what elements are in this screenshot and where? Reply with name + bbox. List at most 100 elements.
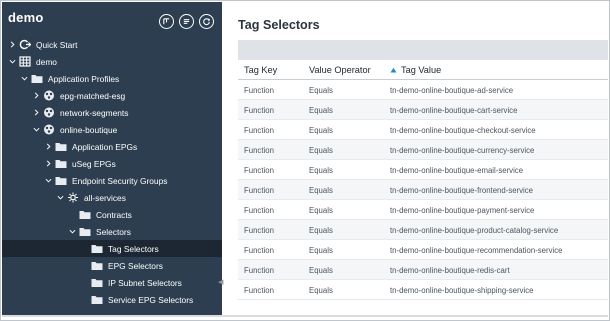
grid-icon bbox=[18, 56, 32, 67]
cell-tag-value: tn-demo-online-boutique-product-catalog-… bbox=[390, 226, 559, 235]
chevron-right-icon[interactable] bbox=[8, 40, 16, 50]
cell-value-operator: Equals bbox=[309, 106, 333, 115]
sidebar-header-actions bbox=[159, 14, 214, 29]
table-row[interactable]: Function Equals tn-demo-online-boutique-fr… bbox=[238, 180, 608, 200]
cell-tag-value: tn-demo-online-boutique-email-service bbox=[390, 166, 524, 175]
sidebar-header: demo bbox=[2, 2, 222, 32]
app-profile-icon bbox=[42, 90, 56, 101]
folder-icon bbox=[90, 277, 104, 288]
tree-item-endpoint-security-groups[interactable]: Endpoint Security Groups bbox=[2, 172, 222, 189]
table-row[interactable]: Function Equals tn-demo-online-boutique-ad… bbox=[238, 80, 608, 100]
folder-icon bbox=[78, 226, 92, 237]
cell-value-operator: Equals bbox=[309, 286, 333, 295]
tree-item-all-services[interactable]: all-services bbox=[2, 189, 222, 206]
sidebar-title: demo bbox=[8, 10, 44, 25]
folder-icon bbox=[90, 260, 104, 271]
table-row[interactable]: Function Equals tn-demo-online-boutique-ca… bbox=[238, 100, 608, 120]
cell-tag-key: Function bbox=[244, 206, 274, 215]
quickstart-icon bbox=[18, 39, 32, 50]
tree-item-label: Endpoint Security Groups bbox=[72, 175, 168, 186]
tree-item-epg-selectors[interactable]: EPG Selectors bbox=[2, 257, 222, 274]
tree-item-label: all-services bbox=[84, 192, 126, 203]
tree-item-application-profiles[interactable]: Application Profiles bbox=[2, 70, 222, 87]
filter-icon[interactable] bbox=[159, 14, 174, 29]
table-row[interactable]: Function Equals tn-demo-online-boutique-em… bbox=[238, 160, 608, 180]
column-header-value-operator[interactable]: Value Operator bbox=[309, 65, 371, 75]
cell-value-operator: Equals bbox=[309, 146, 333, 155]
chevron-down-icon[interactable] bbox=[56, 193, 64, 203]
tree-item-label: Contracts bbox=[96, 209, 132, 220]
tree-item-tag-selectors[interactable]: Tag Selectors bbox=[2, 240, 222, 257]
tree-item-label: Quick Start bbox=[36, 39, 78, 50]
table-row[interactable]: Function Equals tn-demo-online-boutique-sh… bbox=[238, 280, 608, 300]
cell-tag-value: tn-demo-online-boutique-payment-service bbox=[390, 206, 535, 215]
cell-tag-value: tn-demo-online-boutique-ad-service bbox=[390, 86, 514, 95]
tree-item-label: network-segments bbox=[60, 107, 129, 118]
table-row[interactable]: Function Equals tn-demo-online-boutique-cu… bbox=[238, 140, 608, 160]
tree-item-ip-subnet-selectors[interactable]: IP Subnet Selectors bbox=[2, 274, 222, 291]
chevron-down-icon[interactable] bbox=[8, 57, 16, 67]
chevron-down-icon[interactable] bbox=[32, 125, 40, 135]
tree-item-epg-matched-esg[interactable]: epg-matched-esg bbox=[2, 87, 222, 104]
table-row[interactable]: Function Equals tn-demo-online-boutique-pa… bbox=[238, 200, 608, 220]
sidebar-collapse-handle[interactable]: ◀ bbox=[218, 278, 224, 288]
cell-tag-value: tn-demo-online-boutique-recommendation-s… bbox=[390, 246, 563, 255]
refresh-icon[interactable] bbox=[199, 14, 214, 29]
chevron-right-icon[interactable] bbox=[44, 142, 52, 152]
cell-tag-key: Function bbox=[244, 246, 274, 255]
folder-icon bbox=[54, 175, 68, 186]
sort-ascending-icon bbox=[390, 67, 397, 73]
tree-item-label: uSeg EPGs bbox=[72, 158, 116, 169]
tree-item-label: Tag Selectors bbox=[108, 243, 159, 254]
table-row[interactable]: Function Equals tn-demo-online-boutique-ch… bbox=[238, 120, 608, 140]
tree-item-online-boutique[interactable]: online-boutique bbox=[2, 121, 222, 138]
tree-item-label: Selectors bbox=[96, 226, 131, 237]
cell-tag-value: tn-demo-online-boutique-shipping-service bbox=[390, 286, 534, 295]
tree-item-selectors[interactable]: Selectors bbox=[2, 223, 222, 240]
tree-item-demo[interactable]: demo bbox=[2, 53, 222, 70]
cell-tag-key: Function bbox=[244, 186, 274, 195]
tree-item-label: Application Profiles bbox=[48, 73, 120, 84]
chevron-right-icon[interactable] bbox=[44, 159, 52, 169]
chevron-right-icon[interactable] bbox=[32, 108, 40, 118]
column-header-tag-value[interactable]: Tag Value bbox=[390, 65, 441, 75]
tree-item-label: Service EPG Selectors bbox=[108, 294, 194, 305]
table-row[interactable]: Function Equals tn-demo-online-boutique-pr… bbox=[238, 220, 608, 240]
cell-tag-key: Function bbox=[244, 166, 274, 175]
cell-tag-value: tn-demo-online-boutique-checkout-service bbox=[390, 126, 536, 135]
esg-icon bbox=[66, 192, 80, 203]
folder-icon bbox=[78, 209, 92, 220]
window-shadow bbox=[2, 315, 608, 317]
cell-tag-key: Function bbox=[244, 226, 274, 235]
page-title: Tag Selectors bbox=[238, 18, 320, 32]
table-header: Tag Key Value Operator Tag Value bbox=[238, 60, 608, 80]
list-icon[interactable] bbox=[179, 14, 194, 29]
column-header-tag-key[interactable]: Tag Key bbox=[244, 65, 277, 75]
cell-value-operator: Equals bbox=[309, 126, 333, 135]
tree-item-label: demo bbox=[36, 56, 57, 67]
cell-tag-key: Function bbox=[244, 106, 274, 115]
tree-item-application-epgs[interactable]: Application EPGs bbox=[2, 138, 222, 155]
tree-item-label: Application EPGs bbox=[72, 141, 138, 152]
tree-item-useg-epgs[interactable]: uSeg EPGs bbox=[2, 155, 222, 172]
chevron-down-icon[interactable] bbox=[68, 227, 76, 237]
cell-tag-key: Function bbox=[244, 266, 274, 275]
cell-tag-value: tn-demo-online-boutique-cart-service bbox=[390, 106, 518, 115]
tree-item-service-epg-selectors[interactable]: Service EPG Selectors bbox=[2, 291, 222, 308]
cell-value-operator: Equals bbox=[309, 166, 333, 175]
tree-item-contracts[interactable]: Contracts bbox=[2, 206, 222, 223]
tree-item-quick-start[interactable]: Quick Start bbox=[2, 36, 222, 53]
chevron-down-icon[interactable] bbox=[44, 176, 52, 186]
column-header-label: Tag Value bbox=[401, 65, 442, 75]
folder-icon bbox=[90, 243, 104, 254]
table-row[interactable]: Function Equals tn-demo-online-boutique-re… bbox=[238, 240, 608, 260]
folder-icon bbox=[54, 158, 68, 169]
chevron-down-icon[interactable] bbox=[20, 74, 28, 84]
chevron-right-icon[interactable] bbox=[32, 91, 40, 101]
cell-tag-key: Function bbox=[244, 286, 274, 295]
tree-item-network-segments[interactable]: network-segments bbox=[2, 104, 222, 121]
table-row[interactable]: Function Equals tn-demo-online-boutique-re… bbox=[238, 260, 608, 280]
